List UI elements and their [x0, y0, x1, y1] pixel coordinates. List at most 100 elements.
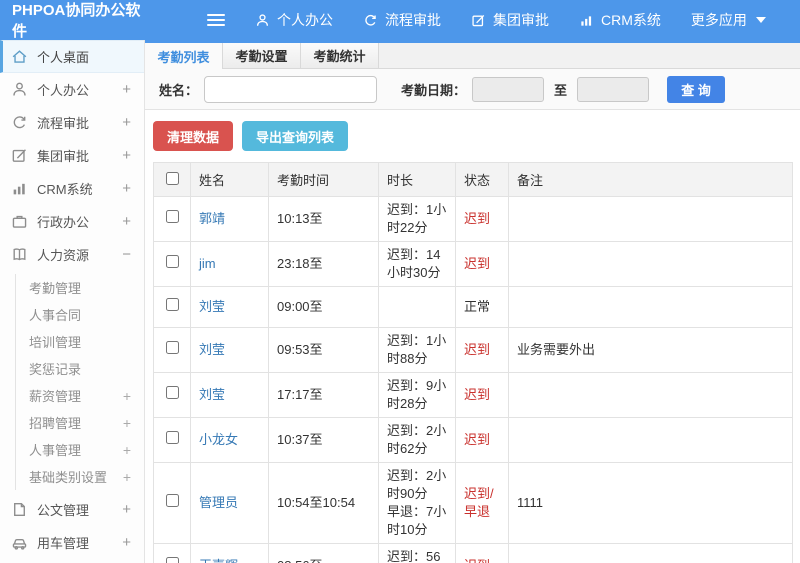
bar-chart-icon: [579, 13, 594, 28]
duration-cell: 迟到：2小时62分: [378, 417, 456, 463]
row-checkbox[interactable]: [165, 386, 179, 399]
top-nav: 个人办公 流程审批 集团审批 CRM系统 更多应用: [255, 10, 766, 30]
col-name: 姓名: [190, 162, 269, 197]
status-badge: 正常: [455, 286, 509, 328]
export-list-button[interactable]: 导出查询列表: [242, 121, 349, 151]
expand-indicator[interactable]: +: [123, 469, 131, 485]
tab-attendance-settings[interactable]: 考勤设置: [223, 43, 301, 68]
duration-cell: [378, 286, 456, 328]
person-icon: [255, 13, 270, 28]
row-checkbox[interactable]: [165, 298, 179, 311]
expand-indicator[interactable]: +: [122, 213, 131, 230]
bar-chart-icon: [11, 180, 28, 197]
nav-label: CRM系统: [601, 12, 661, 28]
sidebar-subitem-attendance[interactable]: 考勤管理: [15, 274, 144, 301]
clean-data-button[interactable]: 清理数据: [153, 121, 234, 151]
sidebar-subitem-recruiting[interactable]: 招聘管理 +: [15, 409, 144, 436]
sidebar-subitem-rewards[interactable]: 奖惩记录: [15, 355, 144, 382]
nav-more-apps[interactable]: 更多应用: [691, 10, 766, 30]
table-row: 王壹辉 08:56至 迟到：56分 迟到: [153, 543, 793, 563]
sidebar-subitem-label: 奖惩记录: [29, 362, 82, 377]
employee-link[interactable]: 小龙女: [199, 432, 238, 447]
name-input[interactable]: [204, 75, 378, 103]
sidebar-item-hr[interactable]: 人力资源 −: [0, 238, 144, 271]
menu-toggle-icon[interactable]: [207, 11, 225, 29]
table-row: 刘莹 09:53至 迟到：1小时88分 迟到 业务需要外出: [153, 327, 793, 373]
status-badge: 迟到: [455, 327, 509, 373]
duration-cell: 迟到：9小时28分: [378, 372, 456, 418]
sidebar-item-label: 人力资源: [37, 248, 90, 263]
expand-indicator[interactable]: +: [122, 180, 131, 197]
row-checkbox[interactable]: [165, 431, 179, 444]
workflow-icon: [11, 114, 28, 131]
expand-indicator[interactable]: +: [123, 415, 131, 431]
collapse-indicator[interactable]: −: [122, 246, 131, 263]
status-badge: 迟到: [455, 543, 509, 563]
sidebar-subitem-label: 考勤管理: [29, 281, 82, 296]
sidebar-subitem-salary[interactable]: 薪资管理 +: [15, 382, 144, 409]
nav-group-approval[interactable]: 集团审批: [471, 10, 549, 30]
date-to-label: 至: [554, 82, 568, 98]
query-button[interactable]: 查 询: [667, 75, 726, 103]
employee-link[interactable]: 郭靖: [199, 211, 225, 226]
employee-link[interactable]: 刘莹: [199, 387, 225, 402]
duration-cell: 迟到：14小时30分: [378, 241, 456, 287]
expand-indicator[interactable]: +: [122, 81, 131, 98]
edit-icon: [471, 13, 486, 28]
tab-attendance-stats[interactable]: 考勤统计: [301, 43, 379, 68]
row-checkbox[interactable]: [165, 557, 179, 563]
sidebar-subitem-training[interactable]: 培训管理: [15, 328, 144, 355]
sidebar-subitem-label: 人事管理: [29, 443, 82, 458]
select-all-checkbox[interactable]: [165, 171, 179, 185]
nav-workflow-approval[interactable]: 流程审批: [363, 10, 441, 30]
table-row: 刘莹 09:00至 正常: [153, 286, 793, 328]
row-checkbox[interactable]: [165, 210, 179, 223]
table-row: jim 23:18至 迟到：14小时30分 迟到: [153, 241, 793, 287]
row-checkbox[interactable]: [165, 255, 179, 268]
note-cell: [508, 417, 793, 463]
sidebar-item-admin-office[interactable]: 行政办公 +: [0, 205, 144, 238]
document-icon: [11, 501, 28, 518]
attendance-time: 23:18至: [268, 241, 379, 287]
sidebar-item-documents[interactable]: 公文管理 +: [0, 493, 144, 526]
hr-submenu: 考勤管理 人事合同 培训管理 奖惩记录 薪资管理 + 招聘管理 + 人事管理 +…: [0, 271, 144, 493]
expand-indicator[interactable]: +: [123, 388, 131, 404]
sidebar-item-workflow-approval[interactable]: 流程审批 +: [0, 106, 144, 139]
nav-crm-system[interactable]: CRM系统: [579, 10, 661, 30]
sidebar-item-vehicles[interactable]: 用车管理 +: [0, 526, 144, 559]
attendance-time: 09:00至: [268, 286, 379, 328]
date-end-input[interactable]: [577, 76, 650, 102]
date-label: 考勤日期：: [401, 82, 467, 98]
status-badge: 迟到: [455, 417, 509, 463]
sidebar-item-desktop[interactable]: 个人桌面: [0, 40, 144, 73]
duration-cell: 迟到：56分: [378, 543, 456, 563]
expand-indicator[interactable]: +: [122, 114, 131, 131]
sidebar-item-label: 集团审批: [37, 149, 90, 164]
employee-link[interactable]: 刘莹: [199, 342, 225, 357]
employee-link[interactable]: jim: [199, 256, 216, 271]
nav-personal-office[interactable]: 个人办公: [255, 10, 333, 30]
sidebar-subitem-base-settings[interactable]: 基础类别设置 +: [15, 463, 144, 490]
sidebar-item-crm[interactable]: CRM系统 +: [0, 172, 144, 205]
sidebar-subitem-personnel[interactable]: 人事管理 +: [15, 436, 144, 463]
table-row: 郭靖 10:13至 迟到：1小时22分 迟到: [153, 196, 793, 242]
status-badge: 迟到/早退: [455, 462, 509, 544]
row-checkbox[interactable]: [165, 494, 179, 507]
tab-attendance-list[interactable]: 考勤列表: [145, 43, 223, 69]
date-start-input[interactable]: [472, 76, 545, 102]
expand-indicator[interactable]: +: [123, 442, 131, 458]
name-label: 姓名：: [159, 82, 199, 98]
employee-link[interactable]: 管理员: [199, 495, 238, 510]
employee-link[interactable]: 刘莹: [199, 299, 225, 314]
note-cell: [508, 196, 793, 242]
sidebar-item-group-approval[interactable]: 集团审批 +: [0, 139, 144, 172]
employee-link[interactable]: 王壹辉: [199, 558, 238, 563]
sidebar-item-personal-office[interactable]: 个人办公 +: [0, 73, 144, 106]
row-checkbox[interactable]: [165, 341, 179, 354]
col-status: 状态: [455, 162, 509, 197]
note-cell: [508, 372, 793, 418]
expand-indicator[interactable]: +: [122, 147, 131, 164]
expand-indicator[interactable]: +: [122, 501, 131, 518]
expand-indicator[interactable]: +: [122, 534, 131, 551]
sidebar-subitem-contract[interactable]: 人事合同: [15, 301, 144, 328]
